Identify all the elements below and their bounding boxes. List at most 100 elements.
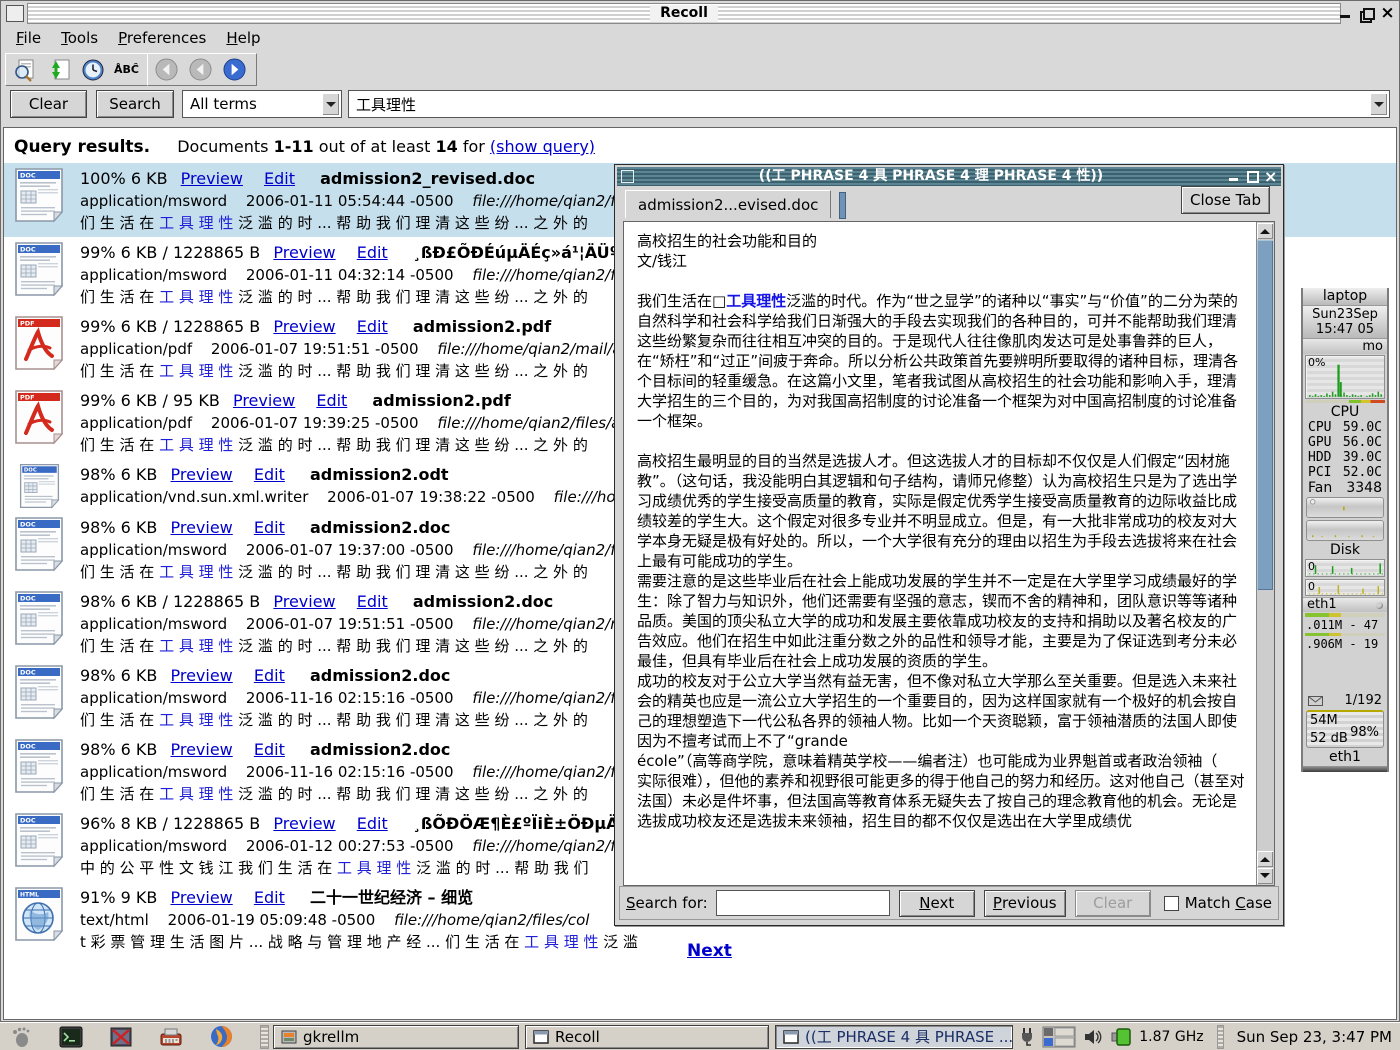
close-icon[interactable]: × [1380, 6, 1395, 21]
speaker-icon[interactable] [1083, 1028, 1103, 1046]
find-input[interactable] [716, 890, 890, 916]
taskbar-task-button[interactable]: Recoll [525, 1025, 769, 1049]
memory-battery-panel[interactable]: 54M 98% 52 dB [1306, 710, 1384, 748]
result-edit-link[interactable]: Edit [357, 814, 388, 833]
term-explorer-icon[interactable]: ÅBĈ [114, 57, 139, 82]
close-tab-button[interactable]: Close Tab [1181, 186, 1270, 214]
eth-panel-header[interactable]: eth1 [1303, 597, 1387, 612]
nav-previous-page-icon[interactable] [188, 57, 213, 82]
gnome-foot-icon[interactable] [8, 1025, 34, 1049]
search-input[interactable]: 工具理性 [348, 90, 1390, 118]
scroll-up-icon[interactable] [1257, 223, 1273, 239]
result-edit-link[interactable]: Edit [316, 391, 347, 410]
find-label: Search for: [626, 894, 708, 912]
fan-meter-1[interactable] [1306, 497, 1384, 518]
disk-section-title[interactable]: Disk [1303, 542, 1387, 558]
html-file-icon: HTML [12, 886, 66, 942]
find-clear-button[interactable]: Clear [1075, 890, 1151, 917]
temperature-row: HDD 39.0C [1303, 450, 1387, 465]
preview-minimize-icon[interactable] [1228, 170, 1241, 183]
result-mime-type: application/msword [80, 541, 227, 559]
scroll-down-icon[interactable] [1257, 868, 1273, 884]
minimize-icon[interactable] [1338, 6, 1353, 21]
result-edit-link[interactable]: Edit [254, 666, 285, 685]
firefox-icon[interactable] [208, 1025, 234, 1049]
next-page-link[interactable]: Next [687, 941, 732, 961]
scroll-up-icon[interactable] [1257, 851, 1273, 867]
preview-titlebar[interactable]: ((工 PHRASE 4 具 PHRASE 4 理 PHRASE 4 性)) × [617, 167, 1281, 186]
find-next-button[interactable]: Next [899, 890, 975, 917]
search-mode-select[interactable]: All terms [182, 90, 342, 118]
search-document-icon[interactable] [12, 57, 37, 82]
fan-meter-2[interactable] [1306, 520, 1384, 541]
result-edit-link[interactable]: Edit [357, 592, 388, 611]
result-edit-link[interactable]: Edit [254, 518, 285, 537]
menu-help[interactable]: Help [217, 27, 269, 49]
disk-chart-write[interactable]: 0 [1305, 579, 1385, 597]
disk-chart-read[interactable]: 0 [1305, 559, 1385, 577]
result-preview-link[interactable]: Preview [273, 243, 335, 262]
nav-first-page-icon[interactable] [154, 57, 179, 82]
result-preview-link[interactable]: Preview [273, 592, 335, 611]
cpu-frequency-icon[interactable] [1110, 1027, 1132, 1047]
preview-window-menu-icon[interactable] [621, 170, 634, 183]
result-preview-link[interactable]: Preview [170, 518, 232, 537]
terminal-icon[interactable] [58, 1025, 84, 1049]
menu-file[interactable]: File [7, 27, 50, 49]
taskbar-clock[interactable]: Sun Sep 23, 3:47 PM [1237, 1028, 1392, 1046]
scrollbar-thumb[interactable] [1257, 240, 1273, 590]
result-preview-link[interactable]: Preview [170, 465, 232, 484]
result-edit-link[interactable]: Edit [357, 317, 388, 336]
preview-text-area[interactable]: 高校招生的社会功能和目的 文/钱江 我们生活在□工具理性泛滥的时代。作为“世之显… [623, 221, 1275, 886]
power-plug-icon[interactable] [1019, 1027, 1035, 1047]
preview-scrollbar[interactable] [1256, 222, 1274, 885]
cpu-usage-chart[interactable]: 0% [1305, 355, 1385, 399]
taskbar-task-button[interactable]: gkrellm [273, 1025, 519, 1049]
gkrellm-hostname[interactable]: laptop [1303, 288, 1387, 306]
show-query-link[interactable]: (show query) [490, 137, 595, 156]
result-preview-link[interactable]: Preview [170, 888, 232, 907]
preview-close-icon[interactable]: × [1264, 170, 1277, 183]
result-preview-link[interactable]: Preview [233, 391, 295, 410]
result-edit-link[interactable]: Edit [264, 169, 295, 188]
result-preview-link[interactable]: Preview [170, 740, 232, 759]
sort-order-icon[interactable] [46, 57, 71, 82]
result-edit-link[interactable]: Edit [254, 888, 285, 907]
taskbar: gkrellm Recoll ((工 PHRASE 4 具 PHRASE ...… [0, 1022, 1400, 1050]
window-menu-icon[interactable] [6, 5, 24, 22]
result-title: admission2.pdf [413, 317, 551, 336]
result-preview-link[interactable]: Preview [273, 317, 335, 336]
mail-monitor[interactable]: 1/192 [1303, 692, 1387, 709]
find-previous-button[interactable]: Previous [984, 890, 1066, 917]
restore-icon[interactable] [1359, 6, 1374, 21]
nav-next-page-icon[interactable] [222, 57, 247, 82]
preview-tab[interactable]: admission2...evised.doc [625, 190, 831, 218]
svg-text:HTML: HTML [20, 892, 39, 899]
result-edit-link[interactable]: Edit [254, 465, 285, 484]
typewriter-icon[interactable] [158, 1025, 184, 1049]
preview-maximize-icon[interactable] [1246, 170, 1259, 183]
text-editor-icon[interactable] [108, 1025, 134, 1049]
clear-button[interactable]: Clear [10, 90, 87, 118]
cpu-section-title[interactable]: CPU [1303, 404, 1387, 420]
sensor-value: 59.0C [1343, 420, 1382, 435]
result-preview-link[interactable]: Preview [273, 814, 335, 833]
result-edit-link[interactable]: Edit [254, 740, 285, 759]
match-case-checkbox[interactable] [1164, 896, 1179, 911]
workspace-pager-icon[interactable] [1042, 1026, 1076, 1048]
chevron-down-icon[interactable] [1370, 93, 1387, 115]
chevron-down-icon[interactable] [322, 93, 339, 115]
recoll-titlebar[interactable]: Recoll × [1, 1, 1399, 25]
result-preview-link[interactable]: Preview [181, 169, 243, 188]
search-button[interactable]: Search [96, 90, 174, 118]
menu-tools[interactable]: Tools [52, 27, 107, 49]
history-clock-icon[interactable] [80, 57, 105, 82]
result-preview-link[interactable]: Preview [170, 666, 232, 685]
taskbar-task-button[interactable]: ((工 PHRASE 4 具 PHRASE ... [775, 1025, 1013, 1049]
taskbar-handle[interactable] [260, 1025, 269, 1049]
preview-text-line: école”（高等商学院，意味着精英学校——编者注）也可能成为业界魁首或者政治领… [637, 751, 1251, 771]
result-edit-link[interactable]: Edit [357, 243, 388, 262]
gkrellm-clock[interactable]: Sun23Sep 15:47 05 [1303, 306, 1387, 339]
gkrellm-date: Sun23Sep [1303, 307, 1387, 322]
menu-preferences[interactable]: Preferences [109, 27, 215, 49]
